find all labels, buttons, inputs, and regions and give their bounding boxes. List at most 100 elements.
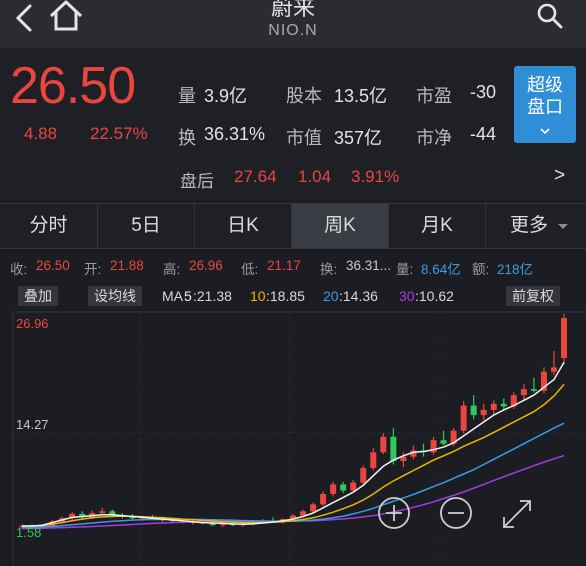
- candle-body: [470, 405, 477, 416]
- close-label: 收:: [10, 262, 28, 277]
- price-change-pct: 22.57%: [90, 124, 148, 143]
- candle: [79, 511, 86, 520]
- volume-label: 量:: [396, 262, 414, 277]
- ma5-line: [22, 362, 565, 527]
- stock-code: NIO.N: [268, 22, 318, 39]
- more-quote-arrow[interactable]: >: [554, 165, 565, 187]
- candle-body: [370, 452, 377, 468]
- tab-monthly-k[interactable]: 月K: [389, 204, 486, 248]
- after-hours-change: 1.04: [298, 167, 332, 186]
- grid: [12, 311, 586, 566]
- stat-shares-value: 13.5亿: [334, 86, 388, 106]
- candle-body: [550, 367, 557, 372]
- candle-body: [490, 403, 497, 410]
- candle: [520, 383, 527, 401]
- stock-name: 蔚来: [270, 0, 315, 20]
- candle-body: [440, 440, 447, 444]
- ma-legend-row: 叠加 设均线 MA 5 :21.38 10 :18.85 20 :14.36 3…: [0, 284, 586, 310]
- stat-turnover-value: 36.31%: [204, 124, 266, 144]
- top-bar: 蔚来 NIO.N: [0, 0, 586, 48]
- after-hours-price: 27.64: [234, 167, 277, 186]
- candle: [440, 430, 447, 446]
- fullscreen-icon[interactable]: [503, 500, 531, 528]
- ohlc-info-line: 收: 26.50 开: 21.88 高: 26.96 低: 21.17 换: 3…: [0, 258, 586, 280]
- candle-body: [310, 504, 317, 512]
- candle-body: [561, 317, 567, 359]
- candle: [430, 436, 437, 455]
- stat-pe-value: -30: [470, 82, 497, 102]
- candle: [370, 448, 377, 471]
- set-ma-button[interactable]: 设均线: [88, 286, 142, 306]
- open-value: 21.88: [110, 258, 144, 273]
- stat-shares-label: 股本: [286, 86, 322, 106]
- candle-body: [360, 467, 367, 483]
- tab-more[interactable]: 更多: [486, 204, 586, 248]
- tab-5day[interactable]: 5日: [98, 204, 195, 248]
- tab-weekly-k[interactable]: 周K: [292, 204, 389, 248]
- zoom-out-icon[interactable]: [440, 497, 472, 529]
- ma20-value: :14.36: [339, 288, 378, 304]
- candle: [380, 433, 387, 455]
- y-label-mid: 14.27: [16, 417, 49, 432]
- candle: [470, 395, 477, 420]
- candle-body: [340, 484, 347, 491]
- price-change: 4.88: [24, 124, 58, 143]
- amount-label: 额:: [472, 262, 490, 277]
- stat-marketcap-value: 357亿: [334, 128, 383, 148]
- candle-body: [500, 403, 507, 407]
- ma10-key: 10: [250, 288, 266, 304]
- super-button-line2: 盘口: [527, 97, 563, 117]
- ma10-line: [22, 383, 565, 527]
- tab-intraday[interactable]: 分时: [0, 204, 98, 248]
- candle-body: [350, 482, 357, 491]
- open-label: 开:: [84, 262, 102, 277]
- search-icon[interactable]: [536, 2, 564, 30]
- candle: [561, 314, 567, 365]
- stat-pb-label: 市净: [416, 128, 452, 148]
- zoom-in-icon[interactable]: [378, 497, 410, 529]
- high-label: 高:: [163, 262, 181, 277]
- candle: [420, 443, 427, 457]
- amount-value: 218亿: [497, 262, 534, 277]
- stat-marketcap-label: 市值: [286, 128, 322, 148]
- ma-lines: [21, 362, 565, 530]
- candle-body: [380, 436, 387, 453]
- y-label-top: 26.96: [16, 316, 49, 331]
- candle: [330, 481, 337, 497]
- stat-volume-label: 量: [178, 86, 196, 106]
- after-hours-label: 盘后: [180, 172, 214, 191]
- turnover-value: 36.31...: [346, 258, 392, 273]
- ma20-key: 20: [323, 288, 339, 304]
- stat-pb-value: -44: [470, 124, 497, 144]
- super-orderbook-button[interactable]: 超级 盘口: [514, 66, 576, 143]
- candle: [340, 481, 347, 494]
- close-value: 26.50: [36, 258, 70, 273]
- adjust-button[interactable]: 前复权: [506, 286, 560, 306]
- stat-turnover-label: 换: [178, 128, 196, 148]
- weekly-k-chart[interactable]: 26.96 14.27 1.58: [0, 310, 586, 566]
- candle-body: [99, 511, 106, 514]
- ma30-key: 30: [399, 288, 415, 304]
- ma5-value: :21.38: [193, 288, 232, 304]
- volume-value: 8.64亿: [421, 262, 461, 277]
- after-hours-change-pct: 3.91%: [351, 167, 400, 186]
- low-value: 21.17: [267, 258, 301, 273]
- caret-down-icon: [558, 224, 569, 229]
- candle: [320, 491, 327, 507]
- ma-label: MA: [162, 288, 183, 304]
- candle-body: [460, 405, 467, 431]
- ma30-value: :10.62: [415, 288, 454, 304]
- super-button-line1: 超级: [527, 75, 563, 95]
- candle: [550, 350, 557, 376]
- candle: [460, 401, 467, 434]
- last-price: 26.50: [10, 57, 136, 115]
- tab-daily-k[interactable]: 日K: [195, 204, 292, 248]
- ma10-value: :18.85: [266, 288, 305, 304]
- candle-body: [320, 493, 327, 505]
- stat-volume-value: 3.9亿: [204, 86, 248, 106]
- candle: [530, 377, 537, 393]
- candle-body: [530, 389, 537, 391]
- chevron-down-icon: [540, 128, 550, 135]
- candle: [480, 403, 487, 421]
- overlay-button[interactable]: 叠加: [18, 286, 58, 306]
